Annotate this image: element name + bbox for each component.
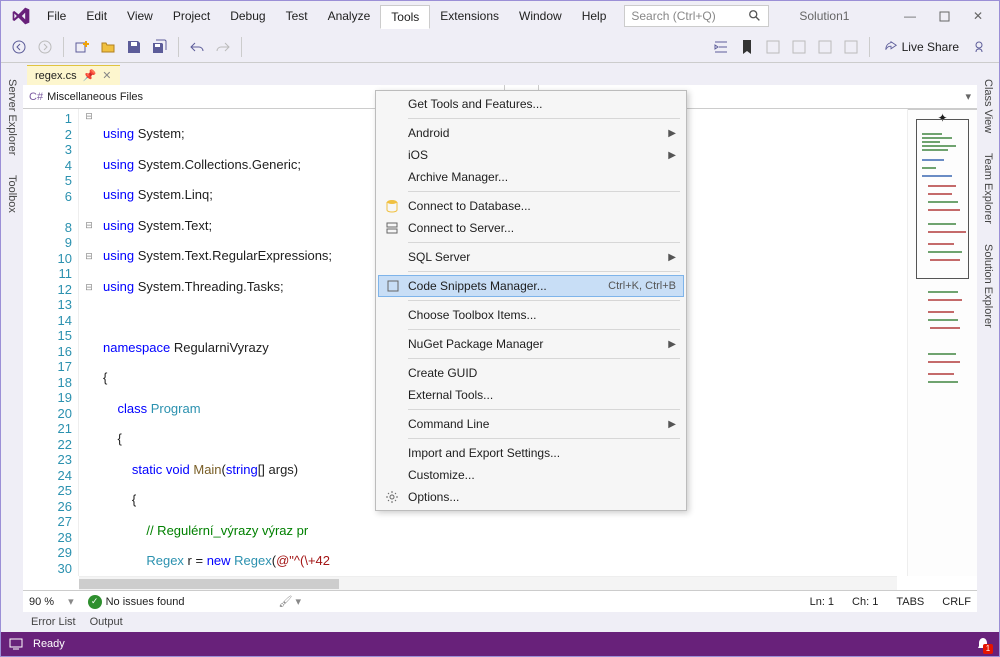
save-all-button[interactable] (148, 35, 172, 59)
snippets-icon (385, 278, 401, 294)
solution-name: Solution1 (799, 9, 849, 23)
menu-code-snippets[interactable]: Code Snippets Manager...Ctrl+K, Ctrl+B (378, 275, 684, 297)
close-tab-icon[interactable]: ✕ (102, 69, 111, 82)
document-tabs: regex.cs 📌 ✕ (23, 63, 977, 85)
quick-launch-search[interactable]: Search (Ctrl+Q) (624, 5, 769, 27)
menu-edit[interactable]: Edit (76, 5, 117, 28)
tools-dropdown: Get Tools and Features... Android▶ iOS▶ … (375, 90, 687, 511)
menu-connect-db[interactable]: Connect to Database... (378, 195, 684, 217)
menu-archive[interactable]: Archive Manager... (378, 166, 684, 188)
caret-col: Ch: 1 (852, 596, 878, 608)
tool-icon-4[interactable] (839, 35, 863, 59)
open-button[interactable] (96, 35, 120, 59)
nav-fwd-button[interactable] (33, 35, 57, 59)
menu-external-tools[interactable]: External Tools... (378, 384, 684, 406)
bookmark-icon[interactable] (735, 35, 759, 59)
main-toolbar: Live Share (1, 31, 999, 63)
feedback-icon[interactable] (969, 35, 993, 59)
menu-debug[interactable]: Debug (220, 5, 275, 28)
save-button[interactable] (122, 35, 146, 59)
window-controls: — ✕ (893, 4, 995, 29)
pin-icon[interactable]: 📌 (83, 69, 97, 82)
output-tab[interactable]: Output (90, 616, 123, 628)
search-icon (748, 9, 762, 23)
menu-analyze[interactable]: Analyze (318, 5, 381, 28)
menu-help[interactable]: Help (572, 5, 617, 28)
close-button[interactable]: ✕ (961, 4, 995, 29)
tool-icon-1[interactable] (761, 35, 785, 59)
menu-create-guid[interactable]: Create GUID (378, 362, 684, 384)
undo-button[interactable] (185, 35, 209, 59)
nav-back-button[interactable] (7, 35, 31, 59)
menu-file[interactable]: File (37, 5, 76, 28)
statusbar: Ready 1 (1, 632, 999, 656)
menu-customize[interactable]: Customize... (378, 464, 684, 486)
server-explorer-tab[interactable]: Server Explorer (4, 69, 20, 165)
bottom-dock-tabs: Error List Output (23, 612, 977, 632)
outline-margin[interactable]: ⊟⊟⊟⊟ (79, 109, 99, 576)
line-numbers: 1234568910111213141516171819202122232425… (23, 109, 79, 576)
status-icon (9, 638, 23, 650)
menu-import-export[interactable]: Import and Export Settings... (378, 442, 684, 464)
live-share-icon (884, 40, 898, 54)
check-icon: ✓ (88, 595, 102, 609)
toolbox-tab[interactable]: Toolbox (4, 165, 20, 223)
error-list-tab[interactable]: Error List (31, 616, 76, 628)
titlebar: File Edit View Project Debug Test Analyz… (1, 1, 999, 31)
menu-window[interactable]: Window (509, 5, 572, 28)
menu-choose-toolbox[interactable]: Choose Toolbox Items... (378, 304, 684, 326)
new-project-button[interactable] (70, 35, 94, 59)
menu-connect-server[interactable]: Connect to Server... (378, 217, 684, 239)
vs-logo-icon (11, 6, 31, 26)
menu-test[interactable]: Test (276, 5, 318, 28)
horizontal-scrollbar[interactable] (79, 576, 897, 590)
doc-tab-regex[interactable]: regex.cs 📌 ✕ (27, 65, 120, 85)
server-icon (384, 220, 400, 236)
menu-extensions[interactable]: Extensions (430, 5, 509, 28)
search-placeholder: Search (Ctrl+Q) (631, 9, 748, 23)
tool-icon-3[interactable] (813, 35, 837, 59)
redo-button[interactable] (211, 35, 235, 59)
indent-mode[interactable]: TABS (896, 596, 924, 608)
menu-get-tools[interactable]: Get Tools and Features... (378, 93, 684, 115)
issues-indicator[interactable]: ✓ No issues found (88, 595, 185, 609)
menu-sql-server[interactable]: SQL Server▶ (378, 246, 684, 268)
menu-command-line[interactable]: Command Line▶ (378, 413, 684, 435)
menu-project[interactable]: Project (163, 5, 220, 28)
main-menu: File Edit View Project Debug Test Analyz… (37, 5, 616, 28)
minimize-button[interactable]: — (893, 4, 927, 29)
line-ending[interactable]: CRLF (942, 596, 971, 608)
status-text: Ready (33, 638, 65, 650)
caret-line: Ln: 1 (810, 596, 834, 608)
menu-tools[interactable]: Tools (380, 5, 430, 29)
class-view-tab[interactable]: Class View (980, 69, 996, 143)
menu-android[interactable]: Android▶ (378, 122, 684, 144)
editor-statusbar: 90 % ▾ ✓ No issues found 🖌 ▾ Ln: 1 Ch: 1… (23, 590, 977, 612)
gear-icon (384, 489, 400, 505)
menu-view[interactable]: View (117, 5, 163, 28)
zoom-level[interactable]: 90 % (29, 596, 54, 608)
menu-nuget[interactable]: NuGet Package Manager▶ (378, 333, 684, 355)
indent-icon[interactable] (709, 35, 733, 59)
notifications-button[interactable]: 1 (975, 636, 991, 652)
maximize-button[interactable] (927, 4, 961, 29)
database-icon (384, 198, 400, 214)
menu-ios[interactable]: iOS▶ (378, 144, 684, 166)
team-explorer-tab[interactable]: Team Explorer (980, 143, 996, 234)
menu-options[interactable]: Options... (378, 486, 684, 508)
minimap[interactable]: ✦ (907, 109, 977, 576)
right-dock: Class View Team Explorer Solution Explor… (977, 63, 999, 632)
brush-icon[interactable]: 🖌 ▾ (279, 595, 302, 608)
solution-explorer-tab[interactable]: Solution Explorer (980, 234, 996, 338)
tool-icon-2[interactable] (787, 35, 811, 59)
left-dock: Server Explorer Toolbox (1, 63, 23, 632)
live-share-button[interactable]: Live Share (876, 35, 967, 59)
